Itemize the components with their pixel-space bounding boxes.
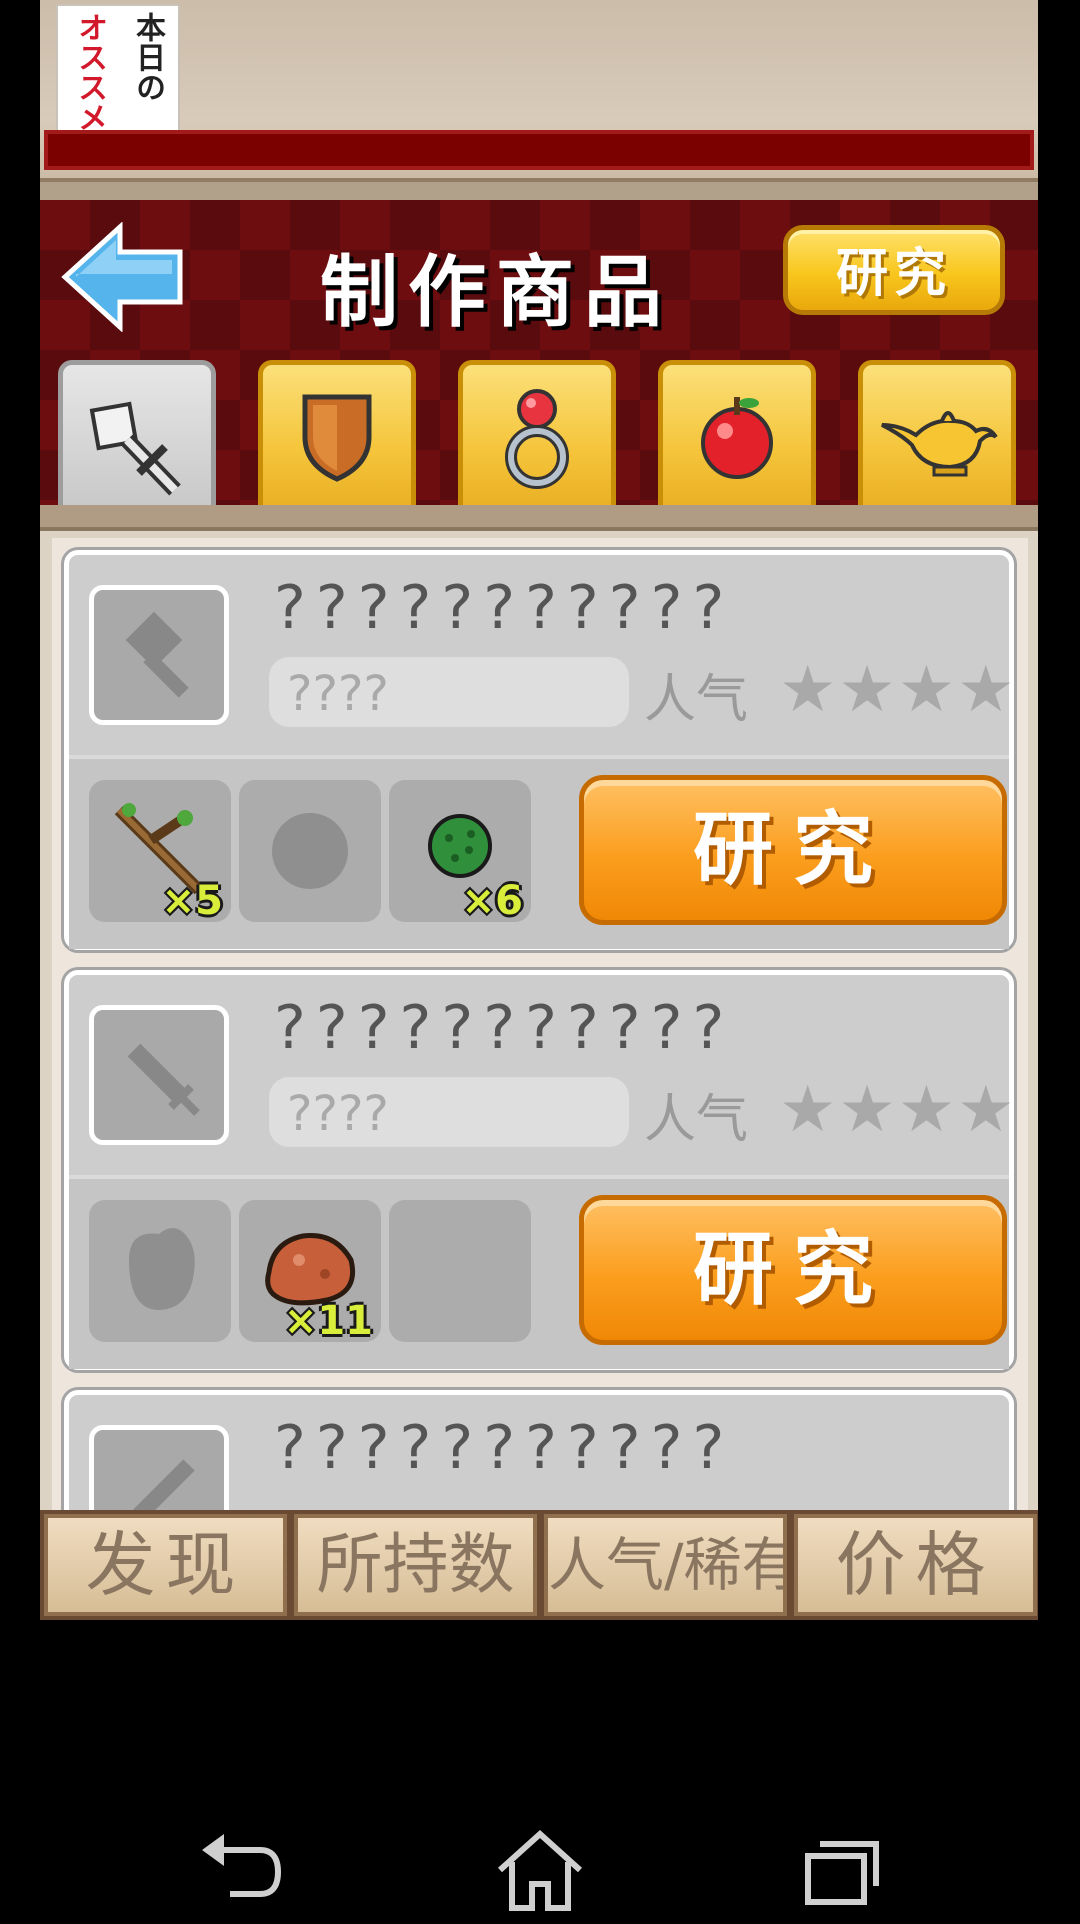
material-quantity: ×6 xyxy=(461,878,523,924)
nav-back-button[interactable] xyxy=(180,1820,300,1920)
material-slot xyxy=(89,1200,231,1342)
tab-food[interactable] xyxy=(658,360,816,510)
popularity-stars: ★★★★ xyxy=(779,653,1017,727)
banner-stripe xyxy=(44,130,1034,170)
item-category-tag: ???? xyxy=(269,1077,629,1147)
apple-icon xyxy=(663,385,811,489)
back-button[interactable] xyxy=(60,221,185,333)
logo-text-col2: オススメ xyxy=(72,12,107,132)
item-card: ??????????? xyxy=(64,1390,1014,1510)
back-icon xyxy=(202,1834,282,1897)
nav-home-button[interactable] xyxy=(480,1820,600,1920)
logo-text-col1: 本日の xyxy=(130,12,165,102)
tab-strip-base xyxy=(40,505,1038,531)
unknown-material-icon xyxy=(272,813,348,889)
sword-silhouette-icon xyxy=(133,1459,195,1510)
tab-weapon[interactable] xyxy=(58,360,216,510)
item-name: ??????????? xyxy=(274,1413,735,1483)
item-card: ??????????? ???? 人气 ★★★★ ×5 ×6 研究 xyxy=(64,550,1017,950)
tab-armor[interactable] xyxy=(258,360,416,510)
item-thumbnail xyxy=(89,1005,229,1145)
material-slot: ×6 xyxy=(389,780,531,924)
home-icon xyxy=(497,1829,583,1911)
material-quantity: ×11 xyxy=(283,1298,373,1344)
popularity-label: 人气 xyxy=(644,670,749,730)
unknown-material-icon xyxy=(129,1228,195,1310)
sort-price-button[interactable]: 价格 xyxy=(794,1514,1037,1616)
back-arrow-icon xyxy=(61,221,183,333)
page-title: 制作商品 xyxy=(320,248,673,338)
material-slot: ×11 xyxy=(239,1200,381,1344)
sword-silhouette-icon xyxy=(127,1043,200,1116)
material-slot xyxy=(239,780,381,922)
recents-icon xyxy=(805,1841,879,1905)
material-slot: ×5 xyxy=(89,780,231,924)
ring-icon xyxy=(463,385,611,499)
item-card: ??????????? ???? 人气 ★★★★ ×11 研究 xyxy=(64,970,1017,1370)
tab-accessory[interactable] xyxy=(458,360,616,510)
research-top-button[interactable]: 研究 xyxy=(783,225,1005,315)
item-category-tag: ???? xyxy=(269,657,629,727)
game-screen: 本日の オススメ 制作商品 研究 ??????????? ???? 人气 ★★★… xyxy=(40,0,1038,1620)
research-button[interactable]: 研究 xyxy=(579,1195,1007,1345)
sort-popularity-rarity-button[interactable]: 人气/稀有 xyxy=(544,1514,787,1616)
research-button[interactable]: 研究 xyxy=(579,775,1007,925)
sword-icon xyxy=(63,385,211,509)
item-thumbnail xyxy=(89,1425,229,1510)
sort-owned-count-button[interactable]: 所持数 xyxy=(294,1514,537,1616)
top-banner[interactable]: 本日の オススメ xyxy=(40,0,1038,204)
magic-lamp-icon xyxy=(863,385,1011,489)
item-name: ??????????? xyxy=(274,573,735,643)
item-thumbnail xyxy=(89,585,229,725)
material-slot-empty xyxy=(389,1200,531,1342)
system-nav-bar xyxy=(0,1780,1080,1920)
nav-recents-button[interactable] xyxy=(780,1820,900,1920)
hammer-silhouette-icon xyxy=(125,611,189,698)
material-quantity: ×5 xyxy=(161,878,223,924)
sort-bar: 发现 所持数 人气/稀有 价格 xyxy=(40,1510,1038,1620)
item-name: ??????????? xyxy=(274,993,735,1063)
popularity-label: 人气 xyxy=(644,1090,749,1150)
tab-magic[interactable] xyxy=(858,360,1016,510)
sort-discovered-button[interactable]: 发现 xyxy=(44,1514,287,1616)
popularity-stars: ★★★★ xyxy=(779,1073,1017,1147)
item-list[interactable]: ??????????? ???? 人气 ★★★★ ×5 ×6 研究 ??????… xyxy=(52,538,1028,1510)
shield-icon xyxy=(263,385,411,489)
